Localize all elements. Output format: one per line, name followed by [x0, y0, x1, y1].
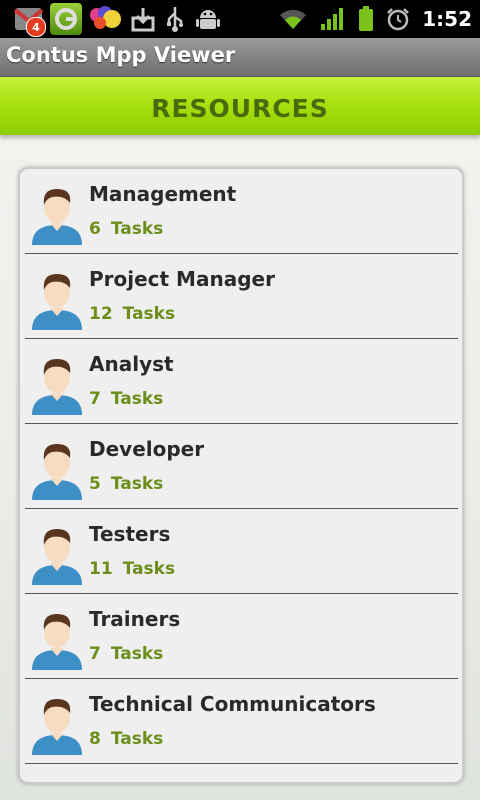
avatar-icon	[30, 353, 84, 415]
resource-row-testers[interactable]: Testers 11 Tasks	[25, 509, 458, 594]
avatar-icon	[30, 438, 84, 500]
resource-row-trainers[interactable]: Trainers 7 Tasks	[25, 594, 458, 679]
resource-name: Technical Communicators	[89, 692, 376, 716]
signal-icon	[320, 7, 346, 31]
resource-task-count: 5 Tasks	[89, 474, 164, 494]
gmail-icon[interactable]: 4	[14, 3, 46, 37]
resource-task-count: 12 Tasks	[89, 304, 176, 324]
resource-list[interactable]: Management 6 Tasks Project Manager 12 Task…	[18, 167, 464, 784]
resource-name: Trainers	[89, 607, 181, 631]
avatar-icon	[30, 608, 84, 670]
alarm-icon	[386, 7, 410, 31]
battery-icon	[358, 6, 374, 32]
resource-task-count: 11 Tasks	[89, 559, 176, 579]
avatar-icon	[30, 523, 84, 585]
resource-name: Developer	[89, 437, 205, 461]
resource-task-count: 7 Tasks	[89, 644, 164, 664]
resource-row-technical-communicators[interactable]: Technical Communicators 8 Tasks	[25, 679, 458, 764]
app-title: Contus Mpp Viewer	[6, 43, 236, 67]
status-bar: 4 1:52	[0, 0, 480, 38]
resource-name: Management	[89, 182, 237, 206]
resource-row-management[interactable]: Management 6 Tasks	[25, 169, 458, 254]
resource-task-count: 7 Tasks	[89, 389, 164, 409]
picasa-icon[interactable]	[88, 3, 124, 35]
resource-row-developer[interactable]: Developer 5 Tasks	[25, 424, 458, 509]
wifi-icon	[278, 7, 308, 31]
resource-row-project-manager[interactable]: Project Manager 12 Tasks	[25, 254, 458, 339]
resource-task-count: 6 Tasks	[89, 219, 164, 239]
resource-task-count: 8 Tasks	[89, 729, 164, 749]
section-header: RESOURCES	[0, 77, 480, 135]
resource-row-analyst[interactable]: Analyst 7 Tasks	[25, 339, 458, 424]
usb-icon[interactable]	[162, 3, 188, 35]
avatar-icon	[30, 693, 84, 755]
google-search-icon[interactable]	[50, 3, 82, 35]
notification-badge: 4	[26, 17, 46, 37]
avatar-icon	[30, 183, 84, 245]
download-icon[interactable]	[130, 3, 156, 35]
android-debug-icon[interactable]	[194, 3, 222, 35]
status-clock: 1:52	[422, 7, 472, 31]
app-title-bar: Contus Mpp Viewer	[0, 38, 480, 77]
page-title: RESOURCES	[151, 94, 329, 123]
resource-name: Project Manager	[89, 267, 275, 291]
avatar-icon	[30, 268, 84, 330]
resource-name: Testers	[89, 522, 171, 546]
resource-name: Analyst	[89, 352, 174, 376]
